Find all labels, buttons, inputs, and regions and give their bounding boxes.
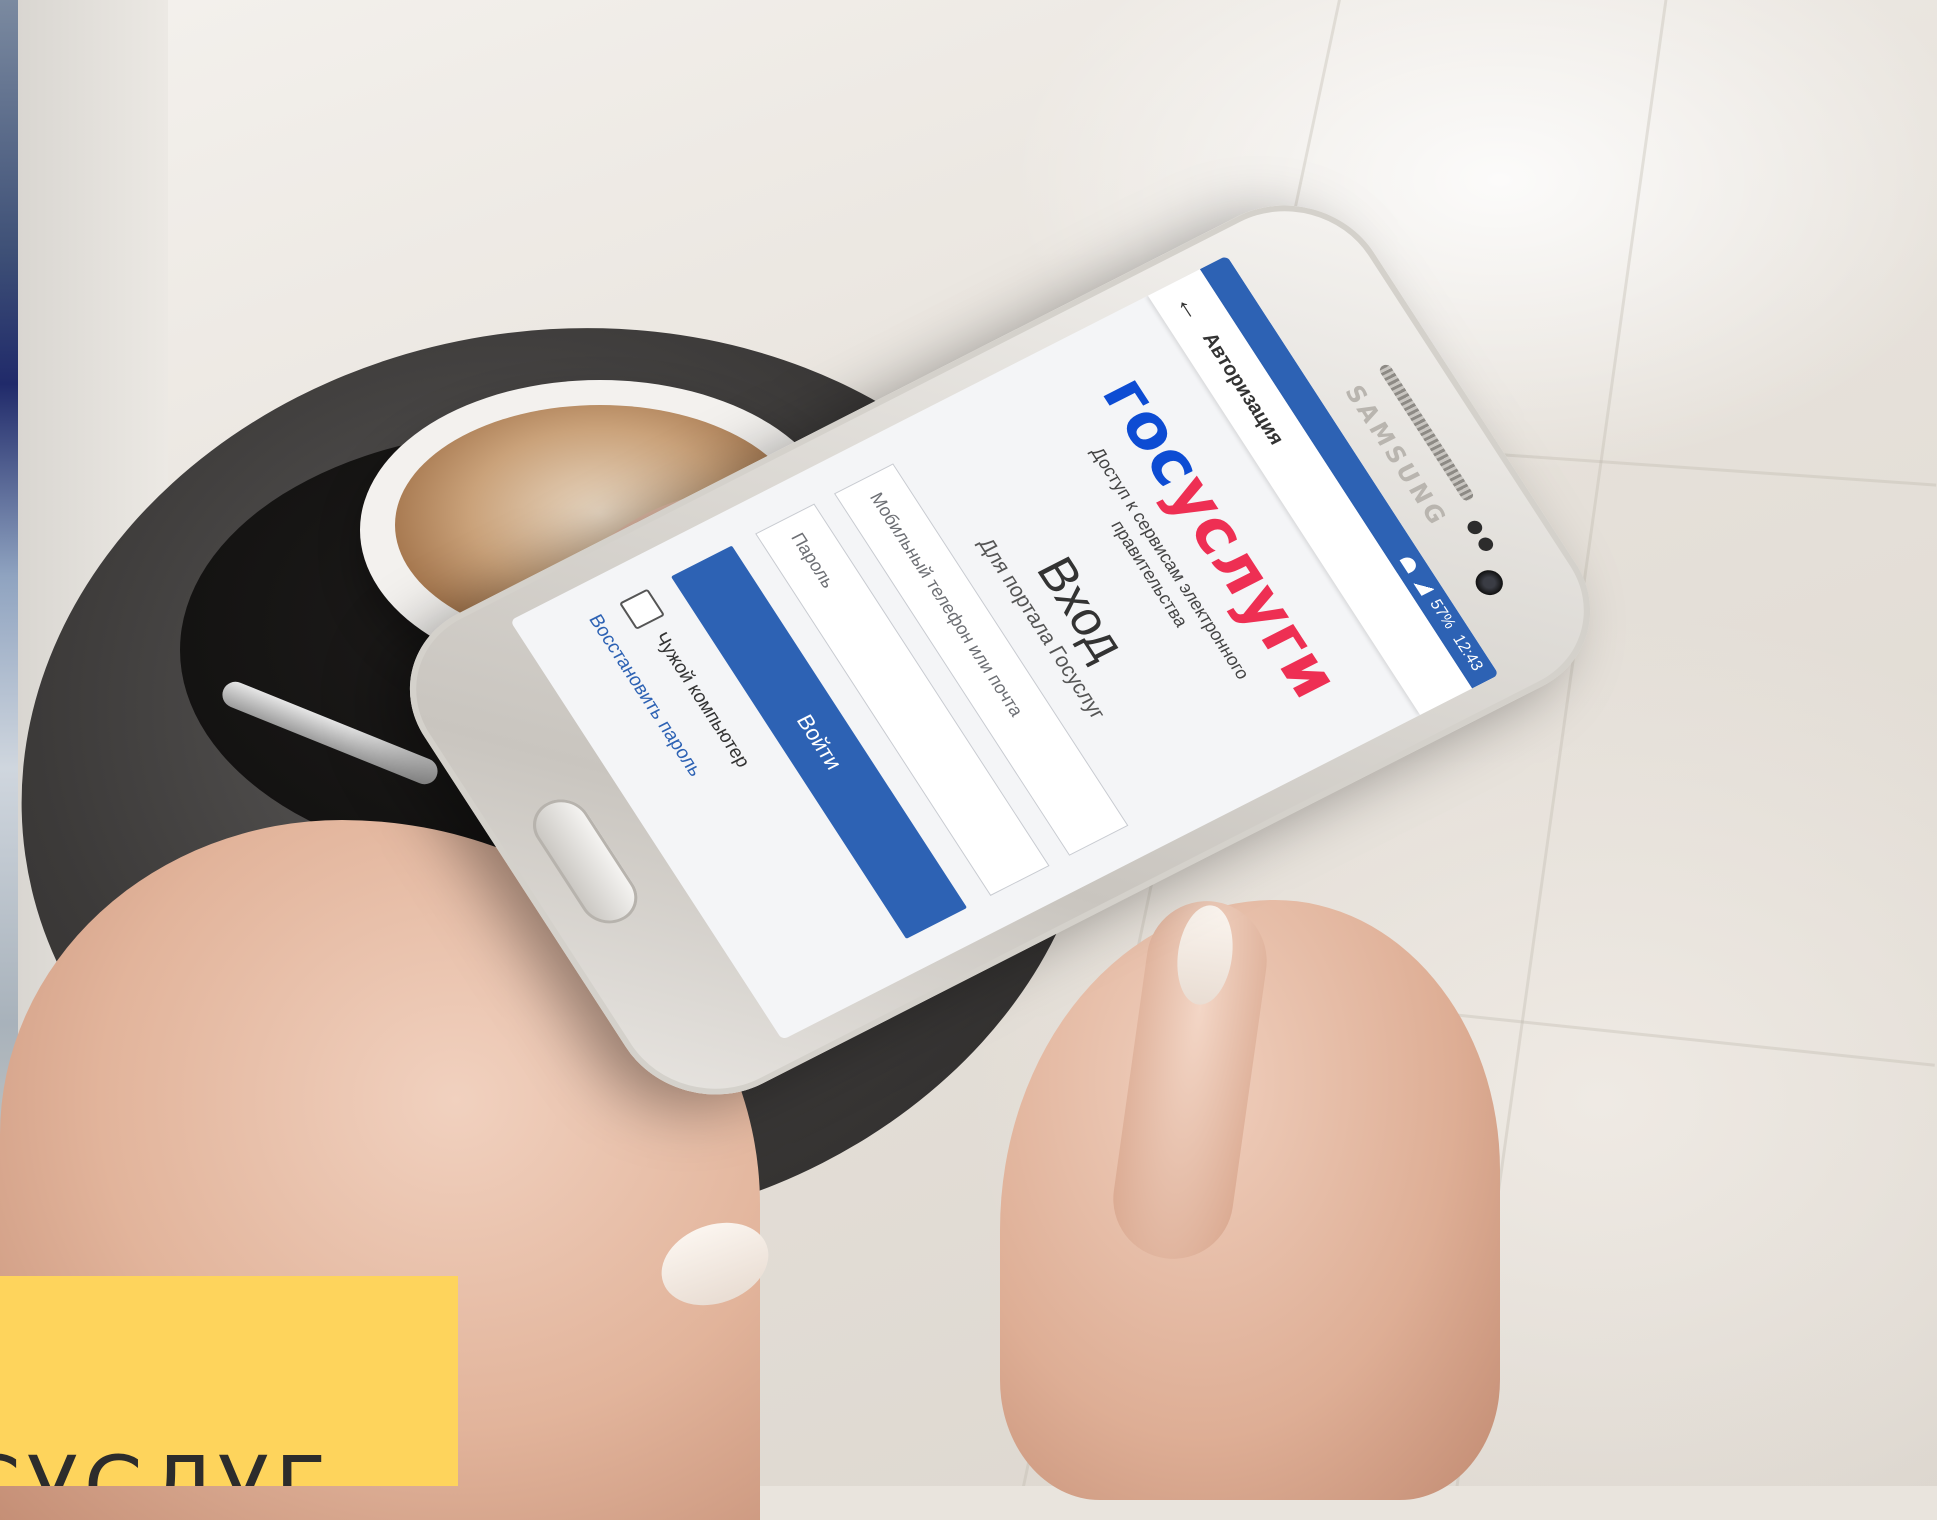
wifi-icon	[1399, 554, 1420, 574]
home-button[interactable]	[521, 789, 649, 933]
back-arrow-icon[interactable]: ←	[1169, 289, 1212, 327]
signal-icon	[1412, 576, 1435, 596]
foreign-computer-checkbox[interactable]	[619, 588, 666, 630]
caption-box: СУСЛУГ	[0, 1276, 458, 1486]
front-camera	[1470, 565, 1508, 600]
proximity-sensor	[1464, 518, 1485, 537]
caption-text: СУСЛУГ	[0, 1438, 332, 1486]
light-sensor	[1475, 535, 1496, 554]
